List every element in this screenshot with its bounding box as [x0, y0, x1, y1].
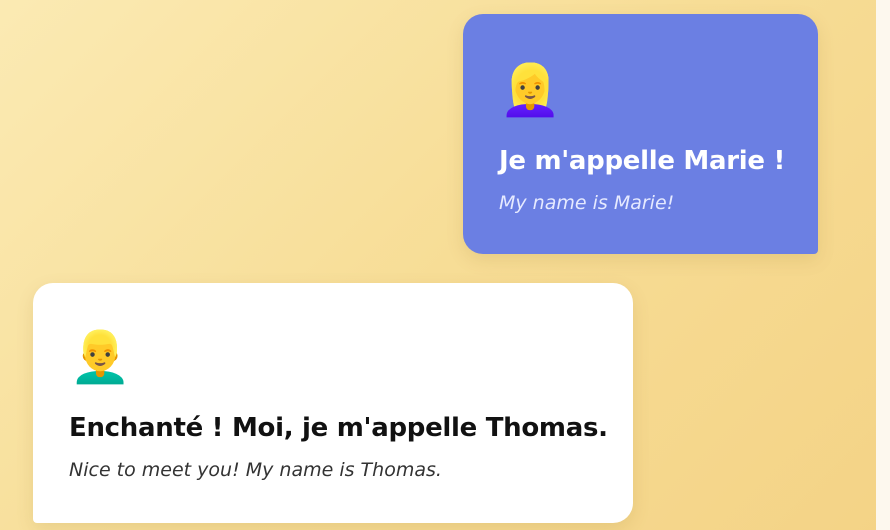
message-french-text: Je m'appelle Marie !: [499, 146, 786, 176]
page-edge-strip: [876, 0, 890, 530]
message-french-text: Enchanté ! Moi, je m'appelle Thomas.: [69, 413, 608, 443]
message-english-translation: My name is Marie!: [499, 192, 675, 214]
man-avatar-icon: 👱‍♂️: [69, 328, 132, 386]
message-bubble-thomas: 👱‍♂️ Enchanté ! Moi, je m'appelle Thomas…: [33, 283, 633, 523]
message-english-translation: Nice to meet you! My name is Thomas.: [69, 459, 442, 481]
woman-avatar-icon: 👱‍♀️: [499, 61, 562, 119]
message-bubble-marie: 👱‍♀️ Je m'appelle Marie ! My name is Mar…: [463, 14, 818, 254]
